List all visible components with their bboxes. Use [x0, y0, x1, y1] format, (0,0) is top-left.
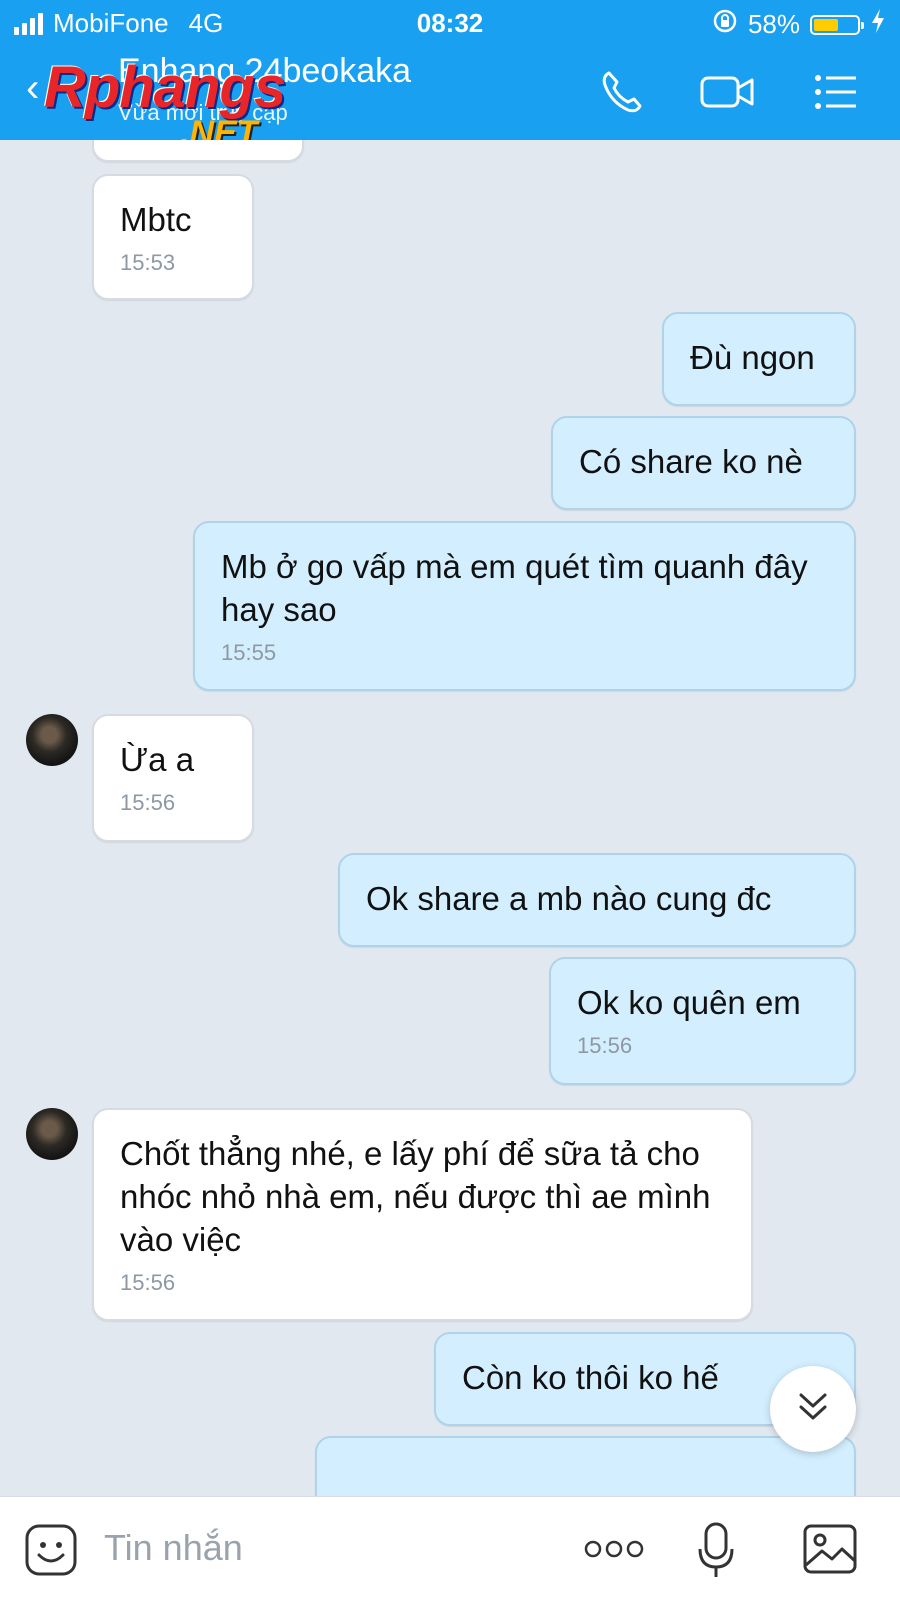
menu-icon[interactable]: [812, 68, 860, 121]
message-text: Có share ko nè: [579, 443, 803, 480]
message-time: 15:56: [577, 1033, 633, 1058]
message-text: Mbtc: [120, 201, 192, 238]
message-bubble-incoming[interactable]: Mbtc 15:53: [92, 174, 254, 300]
message-list[interactable]: Mbtc 15:53 Đù ngon Có share ko nè Mb ở g…: [0, 140, 900, 1496]
message-bubble-outgoing[interactable]: Mb ở go vấp mà em quét tìm quanh đây hay…: [193, 521, 856, 691]
message-text: Ok ko quên em: [577, 984, 801, 1021]
video-call-icon[interactable]: [700, 68, 756, 121]
message-time: 15:56: [120, 1270, 176, 1295]
message-bubble-partial[interactable]: [315, 1436, 856, 1496]
contact-avatar[interactable]: [26, 714, 78, 766]
message-text: Còn ko thôi ko hế: [462, 1359, 719, 1396]
scroll-to-bottom-button[interactable]: [770, 1366, 856, 1452]
message-text: Chốt thẳng nhé, e lấy phí để sữa tả cho …: [120, 1135, 711, 1258]
watermark-logo: Rphangs: [44, 55, 286, 120]
chat-header: ‹ Enhang 24beokaka Vừa mới truy cập Rpha…: [0, 44, 900, 152]
message-bubble-outgoing[interactable]: Có share ko nè: [551, 416, 856, 510]
back-icon[interactable]: ‹: [26, 66, 39, 111]
message-text: Ok share a mb nào cung đc: [366, 880, 772, 917]
message-text: Mb ở go vấp mà em quét tìm quanh đây hay…: [221, 548, 808, 628]
contact-avatar[interactable]: [26, 1108, 78, 1160]
message-text: Đù ngon: [690, 339, 815, 376]
status-bar: MobiFone 4G 08:32 58%: [0, 0, 900, 44]
phone-icon[interactable]: [598, 68, 646, 121]
rotation-lock-icon: [712, 8, 738, 41]
emoji-icon[interactable]: [24, 1523, 78, 1582]
message-input[interactable]: Tin nhắn: [104, 1527, 243, 1569]
message-time: 15:53: [120, 250, 176, 275]
message-text: Ừa a: [120, 741, 195, 778]
message-bubble-outgoing[interactable]: Ok ko quên em 15:56: [549, 957, 856, 1085]
charging-icon: [870, 8, 886, 41]
microphone-icon[interactable]: [696, 1521, 736, 1586]
message-bubble-incoming[interactable]: Ừa a 15:56: [92, 714, 254, 842]
image-icon[interactable]: [802, 1523, 858, 1580]
message-time: 15:55: [221, 640, 277, 665]
message-composer: Tin nhắn: [0, 1496, 900, 1601]
message-bubble-outgoing[interactable]: Đù ngon: [662, 312, 856, 406]
double-chevron-down-icon: [795, 1389, 831, 1430]
battery-icon: [810, 14, 864, 35]
message-bubble-outgoing[interactable]: Ok share a mb nào cung đc: [338, 853, 856, 947]
message-bubble-incoming[interactable]: Chốt thẳng nhé, e lấy phí để sữa tả cho …: [92, 1108, 753, 1321]
battery-percent: 58%: [747, 9, 800, 39]
message-bubble-partial[interactable]: [92, 140, 304, 162]
message-time: 15:56: [120, 790, 176, 815]
more-icon[interactable]: [584, 1537, 644, 1566]
